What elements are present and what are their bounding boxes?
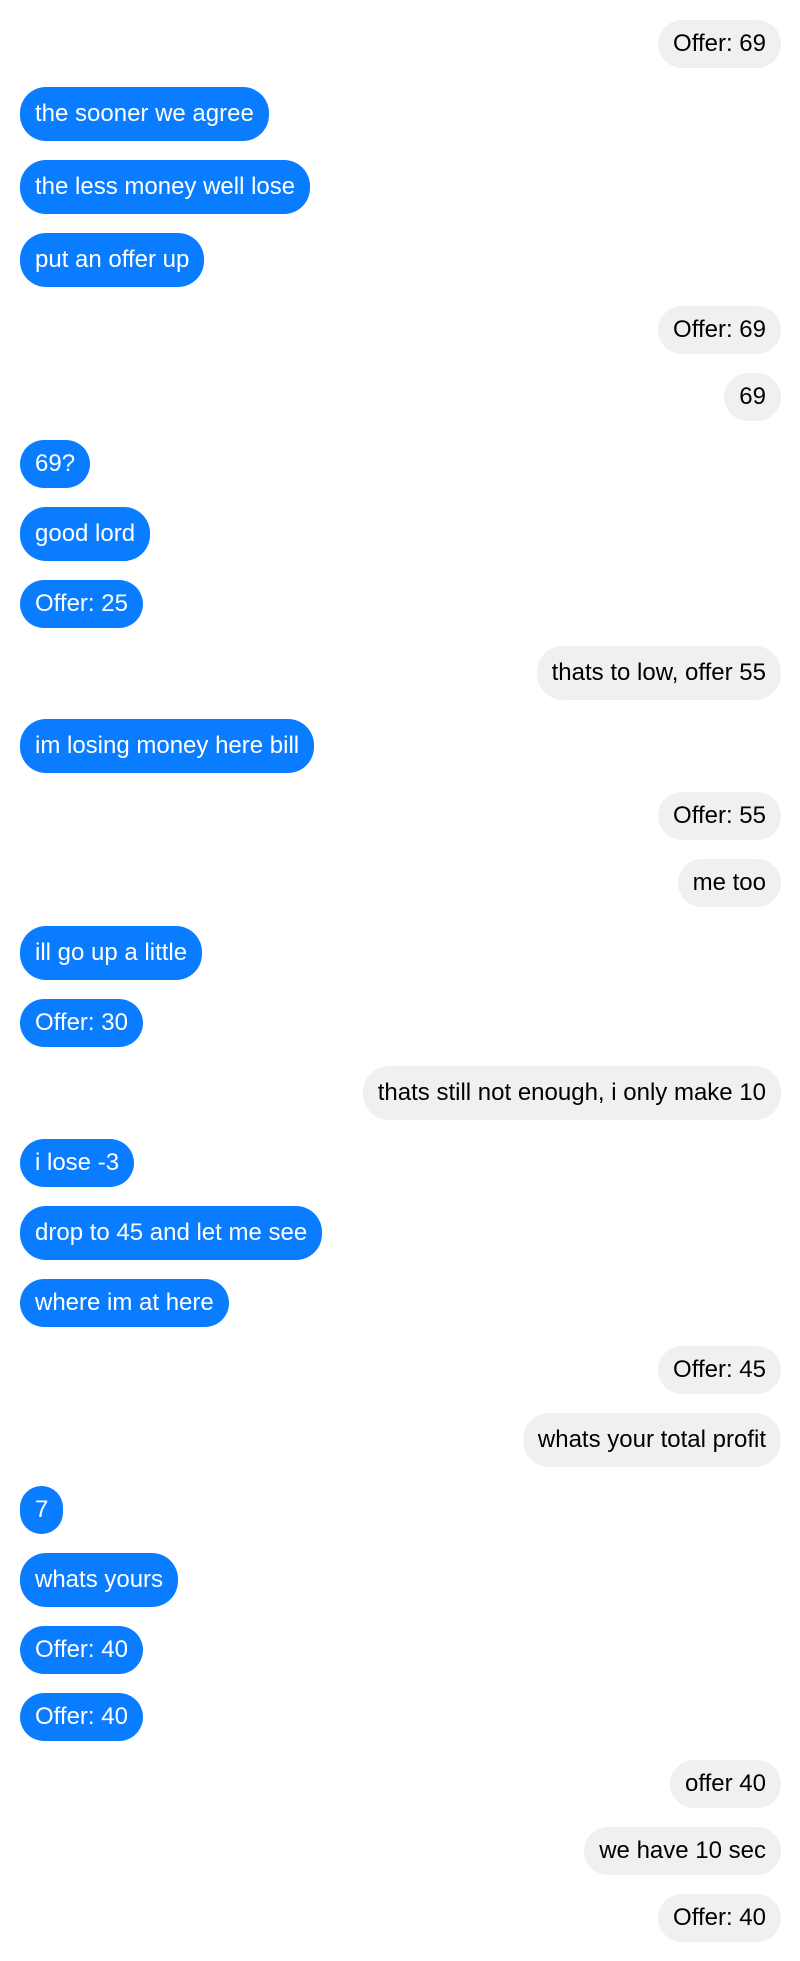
- message-bubble-received: Offer: 55: [658, 792, 781, 840]
- message-bubble-sent: good lord: [20, 507, 151, 561]
- message-bubble-sent: Offer: 30: [20, 999, 143, 1047]
- message-bubble-received: Offer: 69: [658, 306, 781, 354]
- chat-transcript: Offer: 69 the sooner we agree the less m…: [0, 0, 800, 1961]
- message-bubble-sent: where im at here: [20, 1279, 229, 1327]
- message-bubble-sent: put an offer up: [20, 233, 205, 287]
- message-bubble-received: thats to low, offer 55: [536, 646, 781, 700]
- message-bubble-sent: the sooner we agree: [20, 87, 269, 141]
- message-bubble-received: whats your total profit: [522, 1413, 781, 1467]
- message-bubble-received: Offer: 45: [658, 1346, 781, 1394]
- message-bubble-received: 69: [724, 373, 781, 421]
- message-bubble-sent: im losing money here bill: [20, 719, 315, 773]
- message-bubble-sent: i lose -3: [20, 1139, 135, 1187]
- message-bubble-received: offer 40: [670, 1760, 781, 1808]
- message-bubble-received: thats still not enough, i only make 10: [362, 1066, 781, 1120]
- message-bubble-sent: Offer: 40: [20, 1626, 143, 1674]
- message-bubble-received: me too: [677, 859, 781, 907]
- message-bubble-received: Offer: 40: [658, 1894, 781, 1942]
- message-bubble-sent: drop to 45 and let me see: [20, 1206, 323, 1260]
- message-bubble-received: we have 10 sec: [584, 1827, 781, 1875]
- message-bubble-sent: the less money well lose: [20, 160, 311, 214]
- message-bubble-sent: ill go up a little: [20, 926, 203, 980]
- message-bubble-sent: 7: [20, 1486, 64, 1534]
- message-bubble-sent: Offer: 25: [20, 580, 143, 628]
- message-bubble-sent: 69?: [20, 440, 91, 488]
- message-bubble-sent: Offer: 40: [20, 1693, 143, 1741]
- message-bubble-received: Offer: 69: [658, 20, 781, 68]
- message-bubble-sent: whats yours: [20, 1553, 179, 1607]
